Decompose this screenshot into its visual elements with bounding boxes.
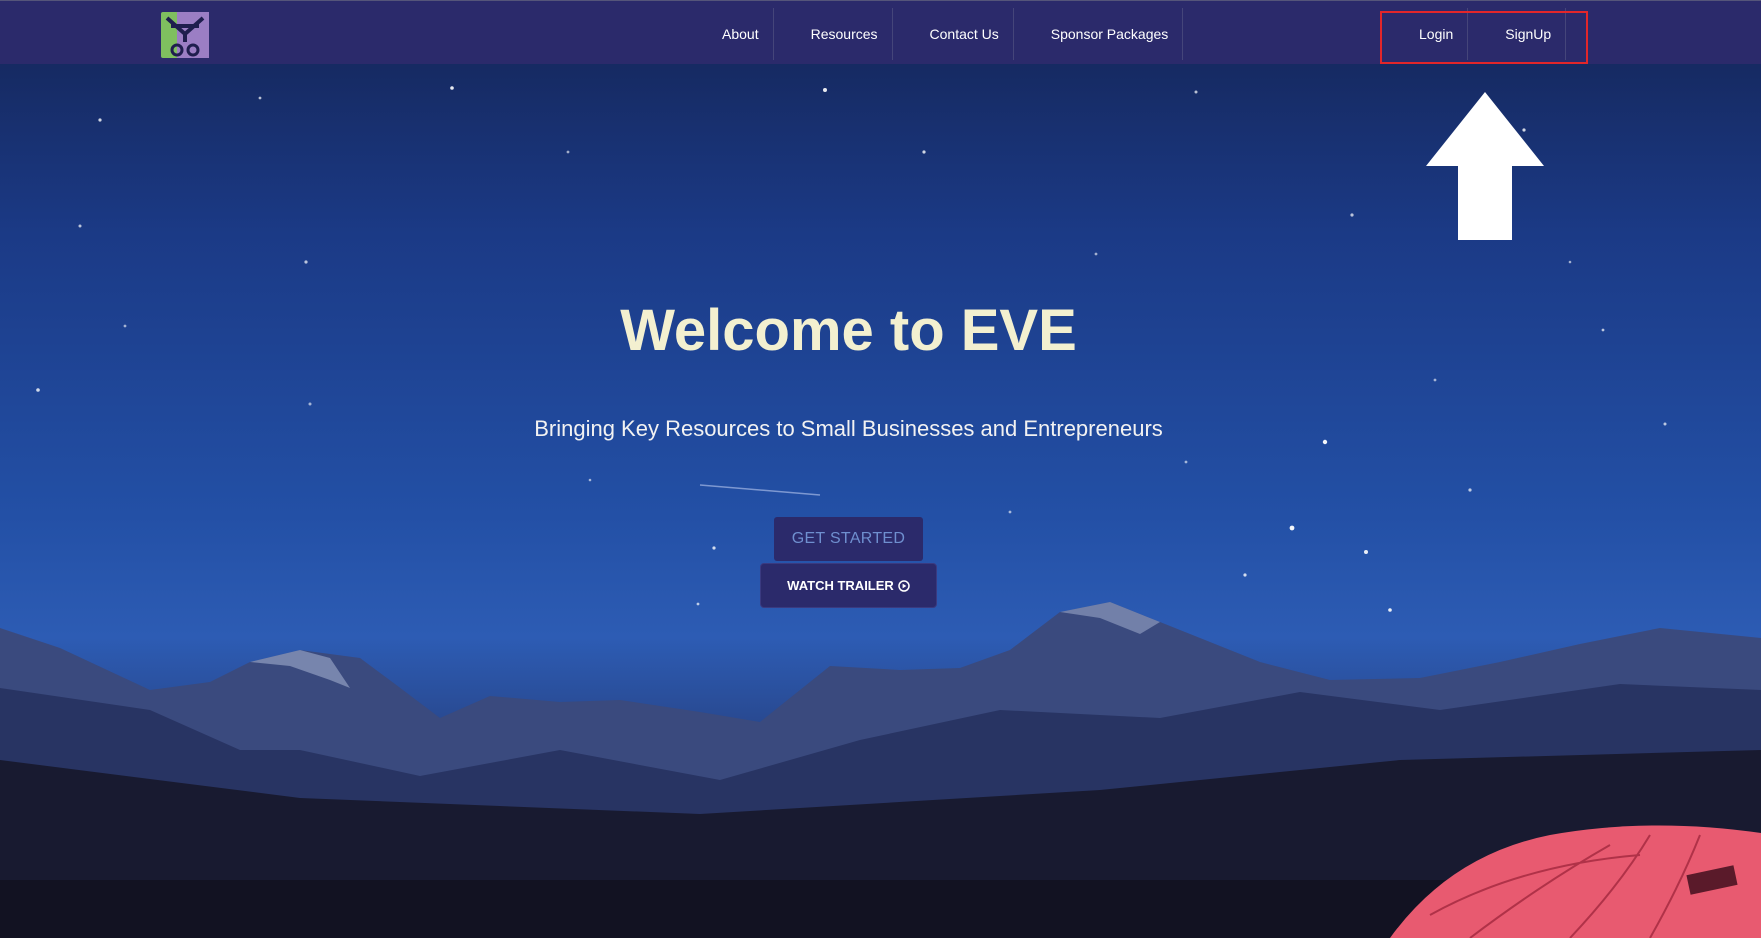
nav-link-contact-us[interactable]: Contact Us <box>893 8 1014 60</box>
hero-title: Welcome to EVE <box>620 298 1077 363</box>
watch-trailer-label: WATCH TRAILER <box>787 578 894 593</box>
tent-illustration <box>1390 825 1761 938</box>
hero-subtitle: Bringing Key Resources to Small Business… <box>534 416 1163 441</box>
nav-link-resources[interactable]: Resources <box>774 8 893 60</box>
get-started-button[interactable]: GET STARTED <box>774 517 923 561</box>
nav-link-sponsor-packages[interactable]: Sponsor Packages <box>1014 8 1184 60</box>
arrow-up-icon <box>1426 92 1544 240</box>
eve-logo-icon[interactable] <box>161 12 209 58</box>
auth-highlight-box <box>1380 11 1588 64</box>
main-nav: About Resources Contact Us Sponsor Packa… <box>704 8 1184 60</box>
nav-link-about[interactable]: About <box>704 8 774 60</box>
play-circle-icon <box>898 579 910 592</box>
watch-trailer-button[interactable]: WATCH TRAILER <box>760 563 937 608</box>
